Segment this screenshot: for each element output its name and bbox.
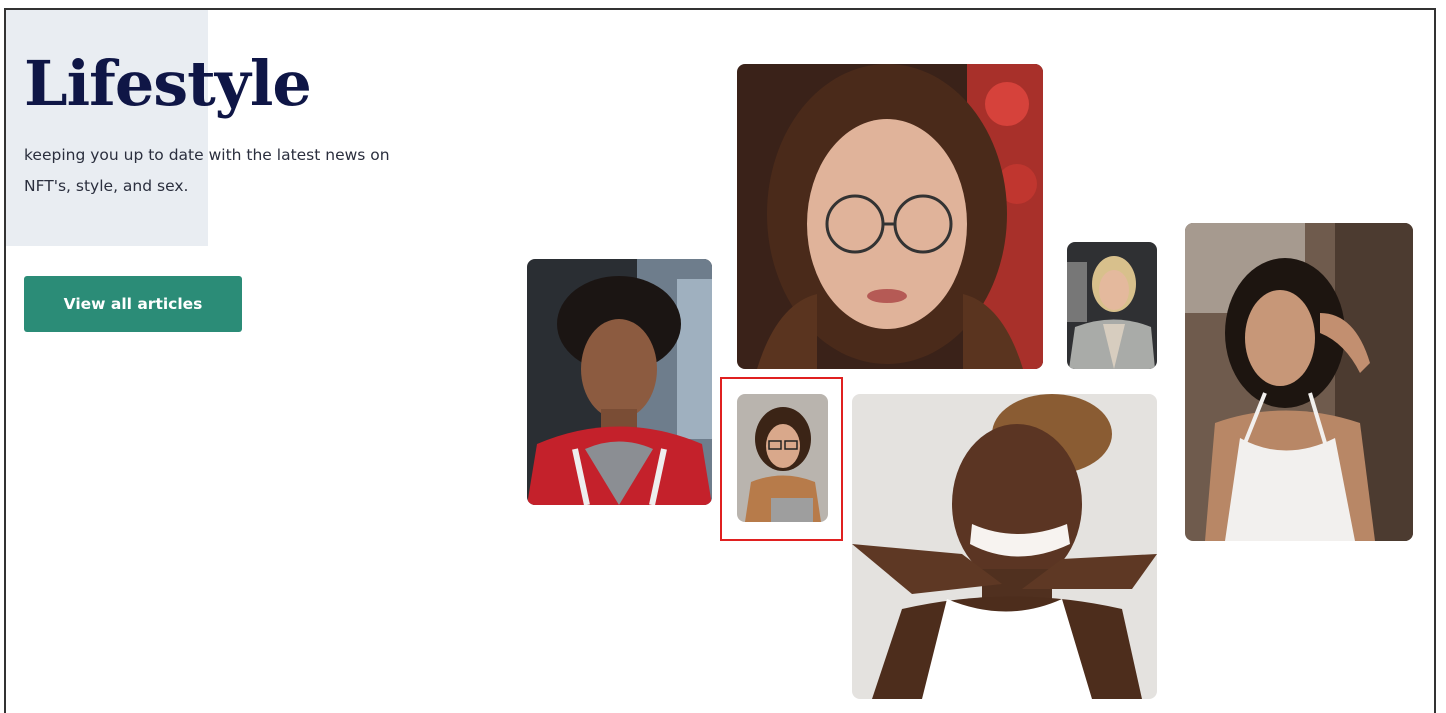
photo-man-red-jacket[interactable]: [527, 259, 712, 505]
photo-woman-glasses-large[interactable]: [737, 64, 1043, 369]
photo-woman-white-dress[interactable]: [1185, 223, 1413, 541]
portrait-image: [1067, 242, 1157, 369]
photo-woman-white-top[interactable]: [852, 394, 1157, 699]
portrait-image: [527, 259, 712, 505]
subtitle-line-1: keeping you up to date with the latest n…: [24, 146, 390, 164]
portrait-image: [737, 64, 1043, 369]
subtitle-line-2: NFT's, style, and sex.: [24, 177, 189, 195]
photo-older-woman-suit[interactable]: [1067, 242, 1157, 369]
selection-highlight-box: [720, 377, 843, 541]
view-all-articles-button[interactable]: View all articles: [24, 276, 242, 332]
portrait-image: [852, 394, 1157, 699]
portrait-image: [1185, 223, 1413, 541]
page-title: Lifestyle: [24, 47, 312, 120]
page-subtitle: keeping you up to date with the latest n…: [24, 140, 484, 202]
